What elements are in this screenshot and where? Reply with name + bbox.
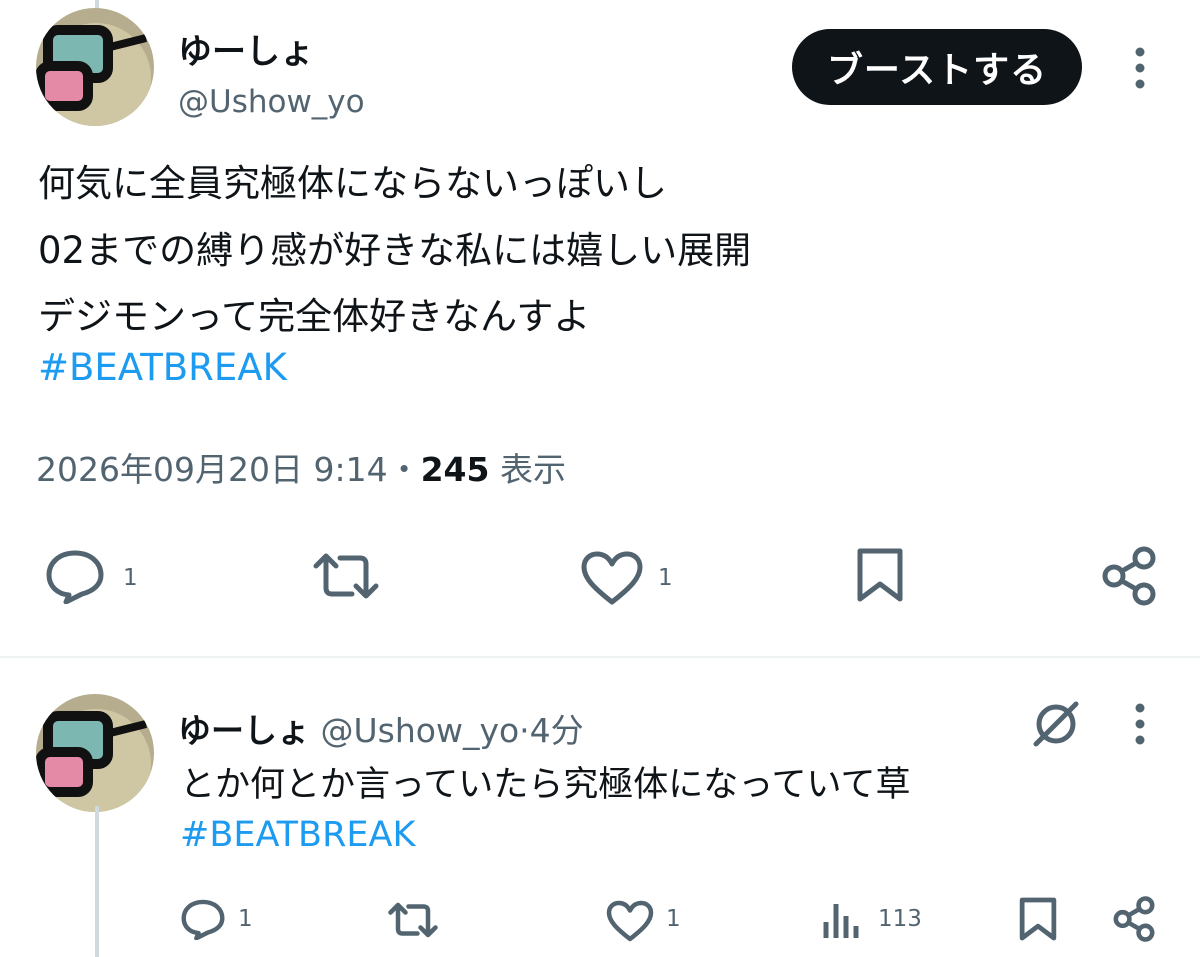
views-count: 245	[420, 450, 490, 489]
reply-handle[interactable]: @Ushow_yo	[321, 711, 520, 750]
reply-count: 1	[123, 565, 138, 591]
views-icon[interactable]	[822, 898, 862, 940]
views-label: 表示	[499, 450, 566, 489]
boost-button[interactable]: ブーストする	[792, 29, 1082, 105]
grok-icon[interactable]	[1030, 698, 1082, 750]
reply-like-count: 1	[666, 906, 681, 932]
hashtag-link[interactable]: #BEATBREAK	[38, 349, 287, 386]
reply-reply-count: 1	[238, 906, 253, 932]
reply-like-icon[interactable]	[606, 900, 654, 942]
reply-share-icon[interactable]	[1112, 896, 1156, 942]
meta-separator: ・	[387, 450, 421, 489]
reply-more-icon[interactable]	[1128, 702, 1152, 746]
reply-avatar[interactable]	[36, 694, 154, 812]
reply-time[interactable]: 4分	[530, 711, 584, 750]
avatar[interactable]	[36, 8, 154, 126]
handle[interactable]: @Ushow_yo	[178, 84, 365, 120]
post-text-line: 02までの縛り感が好きな私には嬉しい展開	[38, 229, 752, 272]
reply-views-count: 113	[878, 906, 922, 932]
reply-icon[interactable]	[44, 548, 106, 604]
reply-display-name[interactable]: ゆーしょ	[178, 711, 310, 750]
reply-hashtag-link[interactable]: #BEATBREAK	[180, 818, 415, 853]
post-text-line: デジモンって完全体好きなんすよ	[38, 295, 591, 338]
reply-separator: ·	[519, 711, 530, 750]
reply-repost-icon[interactable]	[386, 900, 440, 940]
more-icon[interactable]	[1128, 46, 1152, 90]
reply-reply-icon[interactable]	[180, 898, 226, 940]
repost-icon[interactable]	[310, 550, 382, 602]
reply-text: とか何とか言っていたら究極体になっていて草	[180, 765, 911, 805]
reply-bookmark-icon[interactable]	[1018, 896, 1058, 942]
timestamp[interactable]: 2026年09月20日 9:14	[36, 450, 388, 489]
like-count: 1	[658, 565, 673, 591]
thread-line-bottom	[95, 806, 99, 957]
like-icon[interactable]	[580, 550, 644, 606]
post-meta: 2026年09月20日 9:14・245 表示	[36, 443, 566, 491]
post-divider	[0, 656, 1200, 658]
share-icon[interactable]	[1100, 546, 1158, 606]
display-name[interactable]: ゆーしょ	[178, 24, 314, 73]
reply-header: ゆーしょ @Ushow_yo·4分	[178, 704, 584, 752]
post-text-line: 何気に全員究極体にならないっぽいし	[38, 162, 667, 205]
bookmark-icon[interactable]	[855, 546, 905, 604]
